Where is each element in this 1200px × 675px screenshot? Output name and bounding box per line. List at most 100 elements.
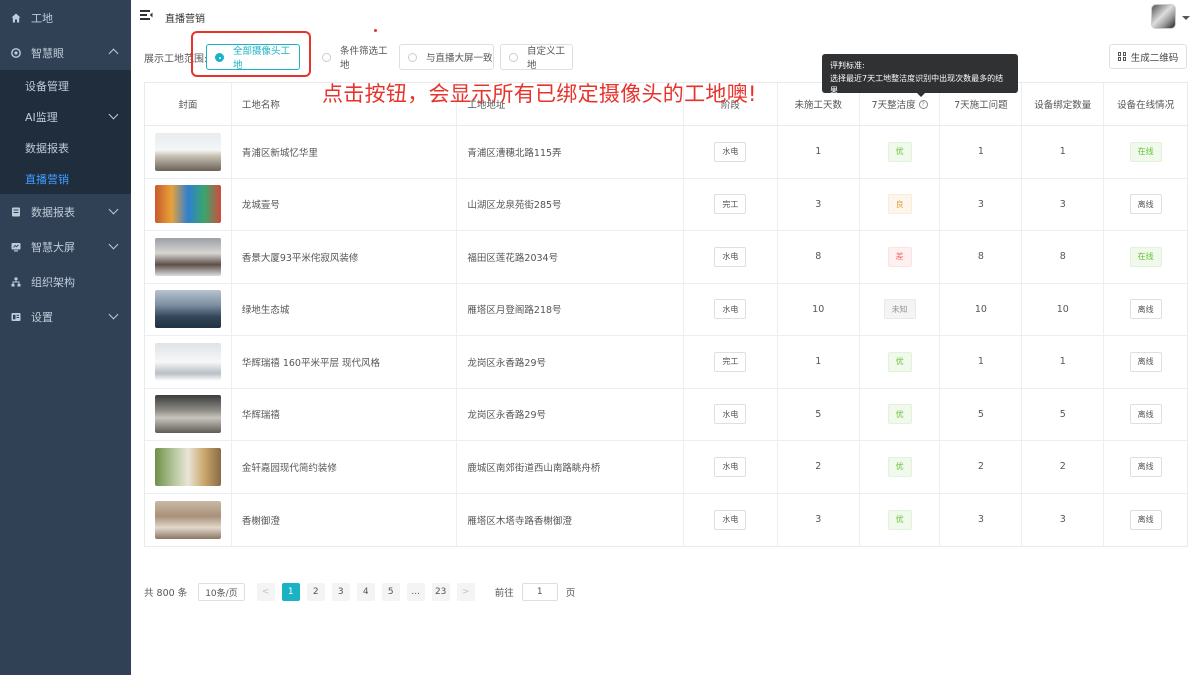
- radio-unchecked-icon: [322, 53, 331, 62]
- sidebar-item-label: 设置: [31, 310, 53, 324]
- issues-cell: 8: [940, 231, 1023, 283]
- online-cell: 离线: [1104, 389, 1187, 441]
- stage-tag: 完工: [714, 194, 747, 215]
- sidebar-item-smart-eye[interactable]: 智慧眼: [0, 35, 131, 70]
- online-cell: 离线: [1104, 336, 1187, 388]
- annotation-dot: [374, 29, 377, 32]
- sidebar-item-data-report-sub[interactable]: 数据报表: [0, 132, 131, 163]
- sidebar-item-label: 设备管理: [25, 79, 69, 93]
- sidebar-item-settings[interactable]: 设置: [0, 299, 131, 334]
- sidebar-item-org[interactable]: 组织架构: [0, 264, 131, 299]
- idle-days-cell: 8: [778, 231, 860, 283]
- chevron-down-icon: [108, 239, 119, 250]
- page-number-button[interactable]: 2: [306, 583, 325, 601]
- site-address-cell: 龙岗区永香路29号: [457, 336, 684, 388]
- issues-cell: 1: [940, 336, 1023, 388]
- sites-table: 封面 工地名称 工地地址 阶段 未施工天数 7天整洁度 ? 7天施工问题 设备绑…: [144, 82, 1188, 547]
- report-icon: [11, 207, 21, 217]
- idle-days-cell: 1: [778, 336, 860, 388]
- site-cover-thumbnail[interactable]: [154, 447, 221, 486]
- radio-unchecked-icon: [408, 53, 417, 62]
- sidebar-item-label: 组织架构: [31, 275, 75, 289]
- bound-devices-cell: 1: [1022, 336, 1105, 388]
- table-row[interactable]: 龙城壹号 山湖区龙泉苑街285号 完工 3 良 3 3 离线: [145, 178, 1187, 231]
- table-row[interactable]: 华辉瑞禧 160平米平层 现代风格 龙岗区永香路29号 完工 1 优 1 1 离线: [145, 336, 1187, 389]
- radio-same-as-live-screen[interactable]: 与直播大屏一致: [399, 44, 494, 70]
- idle-days-cell: 10: [778, 283, 860, 335]
- goto-suffix: 页: [565, 588, 576, 599]
- online-cell: 离线: [1104, 441, 1187, 493]
- next-page-button[interactable]: >: [456, 583, 475, 601]
- table-row[interactable]: 香榭御澄 雁塔区木塔寺路香榭御澄 水电 3 优 3 3 离线: [145, 493, 1187, 546]
- page-number-button[interactable]: 4: [356, 583, 375, 601]
- sidebar-item-live-marketing[interactable]: 直播营销: [0, 163, 131, 194]
- site-cover-thumbnail[interactable]: [154, 290, 221, 329]
- site-address-cell: 雁塔区月登阁路218号: [457, 283, 684, 335]
- generate-qrcode-button[interactable]: 生成二维码: [1109, 44, 1187, 69]
- site-name-cell: 华辉瑞禧 160平米平层 现代风格: [232, 336, 458, 388]
- sidebar-item-device-management[interactable]: 设备管理: [0, 70, 131, 101]
- radio-custom-sites[interactable]: 自定义工地: [500, 44, 573, 71]
- cleanliness-cell: 未知: [860, 283, 941, 335]
- page-number-button[interactable]: 1: [281, 583, 300, 601]
- cleanliness-cell: 良: [860, 178, 941, 230]
- annotation-text: 点击按钮，会显示所有已绑定摄像头的工地噢!: [322, 82, 757, 106]
- site-address-cell: 鹿城区南郊街道西山南路眺舟桥: [457, 441, 684, 493]
- radio-filtered-sites[interactable]: 条件筛选工地: [313, 44, 391, 71]
- page-number-button[interactable]: 3: [331, 583, 350, 601]
- tooltip-title: 评判标准:: [830, 61, 865, 70]
- table-row[interactable]: 华辉瑞禧 龙岗区永香路29号 水电 5 优 5 5 离线: [145, 388, 1187, 441]
- breadcrumb: 直播营销: [165, 14, 205, 25]
- online-cell: 在线: [1104, 126, 1187, 178]
- stage-cell: 水电: [684, 126, 778, 178]
- idle-days-cell: 3: [778, 493, 860, 546]
- sidebar-item-site[interactable]: 工地: [0, 0, 131, 35]
- bound-devices-cell: 3: [1022, 178, 1105, 230]
- site-name-cell: 青浦区新城忆华里: [232, 126, 458, 178]
- cover-cell: [145, 126, 232, 178]
- table-row[interactable]: 青浦区新城忆华里 青浦区漕穗北路115弄 水电 1 优 1 1 在线: [145, 126, 1187, 179]
- prev-page-button[interactable]: <: [256, 583, 275, 601]
- stage-tag: 完工: [714, 351, 747, 372]
- idle-days-cell: 1: [778, 126, 860, 178]
- stage-tag: 水电: [714, 456, 747, 477]
- cleanliness-tag: 优: [887, 509, 912, 530]
- sidebar-item-ai-supervision[interactable]: AI监理: [0, 101, 131, 132]
- site-cover-thumbnail[interactable]: [154, 237, 221, 276]
- page-number-button[interactable]: 23: [431, 583, 450, 601]
- sidebar-item-label: 智慧大屏: [31, 240, 75, 254]
- online-status-tag: 离线: [1129, 351, 1162, 372]
- site-cover-thumbnail[interactable]: [154, 132, 221, 171]
- table-row[interactable]: 香景大厦93平米侘寂风装修 福田区莲花路2034号 水电 8 差 8 8 在线: [145, 231, 1187, 284]
- stage-cell: 水电: [684, 493, 778, 546]
- table-row[interactable]: 金轩嘉园现代简约装修 鹿城区南郊街道西山南路眺舟桥 水电 2 优 2 2 离线: [145, 441, 1187, 494]
- menu-toggle-icon[interactable]: [140, 9, 153, 21]
- site-cover-thumbnail[interactable]: [154, 500, 221, 539]
- radio-label: 自定义工地: [527, 46, 566, 71]
- bound-devices-cell: 1: [1022, 126, 1105, 178]
- online-status-tag: 离线: [1129, 299, 1162, 320]
- site-cover-thumbnail[interactable]: [154, 342, 221, 381]
- sidebar-item-label: 数据报表: [31, 205, 75, 219]
- page-ellipsis[interactable]: ...: [406, 583, 425, 601]
- sidebar-item-label: 数据报表: [25, 141, 69, 155]
- table-row[interactable]: 绿地生态城 雁塔区月登阁路218号 水电 10 未知 10 10 离线: [145, 283, 1187, 336]
- question-circle-icon[interactable]: ?: [918, 99, 928, 109]
- cleanliness-cell: 优: [860, 336, 941, 388]
- sidebar-item-label: 智慧眼: [31, 46, 64, 60]
- goto-page-input[interactable]: 1: [521, 583, 558, 601]
- caret-down-icon[interactable]: [1182, 16, 1190, 20]
- page-number-button[interactable]: 5: [381, 583, 400, 601]
- avatar[interactable]: [1151, 4, 1176, 29]
- table-body: 青浦区新城忆华里 青浦区漕穗北路115弄 水电 1 优 1 1 在线 龙城壹号 山湖区龙泉苑街28…: [145, 126, 1187, 546]
- stage-tag: 水电: [714, 404, 747, 425]
- issues-cell: 1: [940, 126, 1023, 178]
- site-cover-thumbnail[interactable]: [154, 395, 221, 434]
- chevron-down-icon: [108, 109, 119, 120]
- sidebar-item-data-report[interactable]: 数据报表: [0, 194, 131, 229]
- page-size-select[interactable]: 10条/页: [198, 583, 245, 601]
- chevron-up-icon: [108, 48, 119, 59]
- radio-label: 条件筛选工地: [340, 46, 388, 71]
- sidebar-item-smart-screen[interactable]: 智慧大屏: [0, 229, 131, 264]
- site-cover-thumbnail[interactable]: [154, 185, 221, 224]
